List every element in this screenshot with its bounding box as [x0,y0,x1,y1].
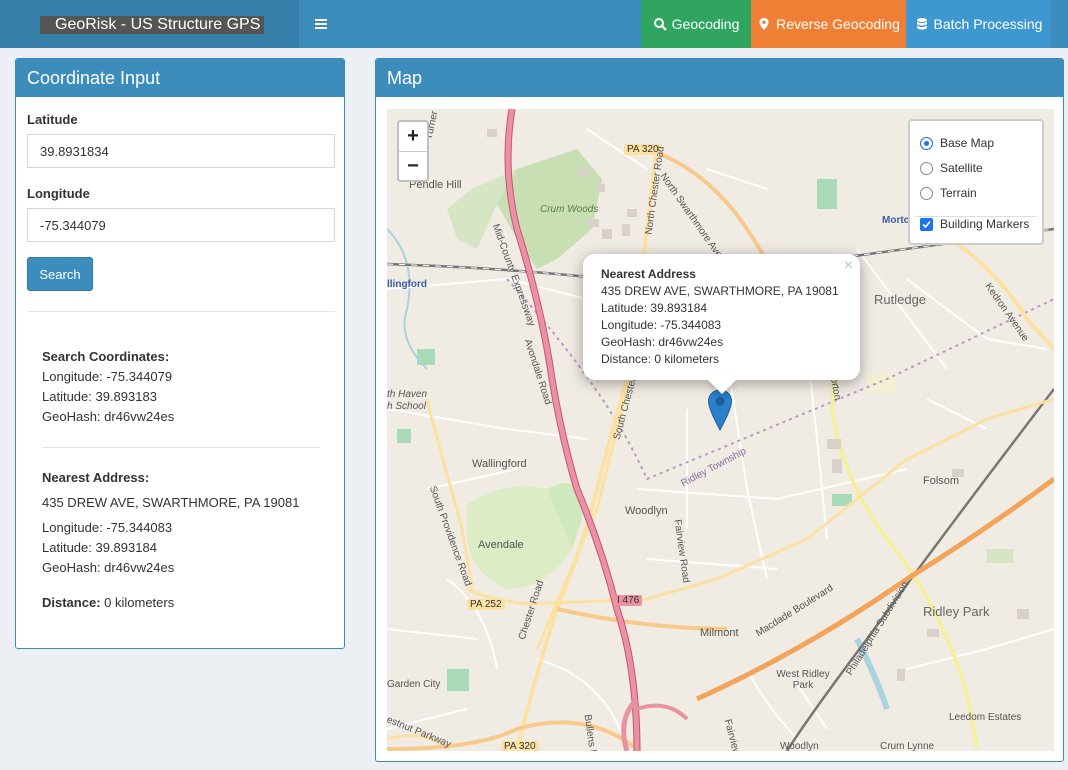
nav-batch-processing-button[interactable]: Batch Processing [906,0,1051,48]
place-label: h School [387,401,426,412]
database-icon [916,18,927,30]
nav-geocoding-button[interactable]: Geocoding [641,0,751,48]
zoom-in-button[interactable]: + [399,122,427,151]
map-field [417,349,435,365]
place-label: Leedom Estates [949,712,1022,723]
divider [42,447,320,448]
layer-option-base-map[interactable]: Base Map [920,136,994,150]
search-longitude: Longitude: -75.344079 [42,369,173,384]
popup-latitude: Latitude: 39.893184 [601,301,708,315]
top-navbar: GeoRisk - US Structure GPS Geocoding Rev… [0,0,1068,48]
radio-icon[interactable] [920,186,933,200]
nearest-geohash: GeoHash: dr46vw24es [42,560,175,575]
map-panel: Map PA 320 PA 252 I 476 PA 320 Turner Ro… [375,58,1064,762]
divider [27,311,335,312]
station-label: llingford [387,279,427,290]
place-label: Avendale [478,539,524,551]
latitude-label: Latitude [27,112,78,127]
search-latitude: Latitude: 39.893183 [42,389,157,404]
layer-option-satellite[interactable]: Satellite [920,161,983,175]
layer-label: Base Map [940,136,995,150]
place-label: Milmont [700,627,739,639]
place-label: West Ridley Park [776,669,830,691]
place-label: Woodlyn [780,741,819,751]
place-label: th Haven [387,389,428,400]
map-field [397,429,411,443]
layer-option-terrain[interactable]: Terrain [920,186,977,200]
zoom-out-button[interactable]: − [399,151,427,180]
popup-title: Nearest Address [601,267,696,281]
popup-longitude: Longitude: -75.344083 [601,318,722,332]
popup-geohash: GeoHash: dr46vw24es [601,335,724,349]
map-marker-icon [759,18,769,30]
road-shield: PA 252 [467,599,505,610]
nearest-address-block: Nearest Address: 435 DREW AVE, SWARTHMOR… [42,468,299,613]
radio-icon[interactable] [920,161,933,175]
layer-control: Base Map Satellite Terrain Building Mark… [908,119,1044,245]
checkbox-checked-icon[interactable] [920,217,933,231]
search-geohash: GeoHash: dr46vw24es [42,409,175,424]
longitude-label: Longitude [27,186,90,201]
place-label: Folsom [923,475,960,487]
distance-value: 0 kilometers [100,595,175,610]
coordinate-input-panel: Coordinate Input Latitude Longitude Sear… [15,58,345,649]
place-label: Woodlyn [625,505,668,517]
layer-option-building-markers[interactable]: Building Markers [920,217,1029,231]
road-shield: I 476 [614,595,643,606]
popup-distance: Distance: 0 kilometers [601,352,720,366]
nav-reverse-geocoding-label: Reverse Geocoding [776,16,900,32]
app-title: GeoRisk - US Structure GPS [40,16,265,34]
map-park [987,549,1013,563]
search-coordinates-block: Search Coordinates: Longitude: -75.34407… [42,347,174,427]
hamburger-icon [315,19,327,29]
search-button[interactable]: Search [27,257,93,291]
nearest-latitude: Latitude: 39.893184 [42,540,157,555]
map-school [867,374,897,394]
map-field [447,669,469,691]
map-view[interactable]: PA 320 PA 252 I 476 PA 320 Turner Road N… [387,109,1054,751]
nav-reverse-geocoding-button[interactable]: Reverse Geocoding [751,0,906,48]
nav-geocoding-label: Geocoding [671,16,740,32]
location-marker-icon[interactable] [707,389,733,431]
nearest-address-heading: Nearest Address: [42,470,150,485]
zoom-control: + − [397,120,429,182]
brand-area: GeoRisk - US Structure GPS [0,0,299,48]
map-title: Map [376,59,1063,97]
place-label: Ridley Park [923,604,990,619]
place-label: Rutledge [874,292,927,307]
place-label: Wallingford [472,458,527,470]
place-label: Crum Woods [540,204,599,215]
popup-address: 435 DREW AVE, SWARTHMORE, PA 19081 [601,284,839,298]
nearest-longitude: Longitude: -75.344083 [42,520,173,535]
radio-selected-icon[interactable] [920,136,933,150]
place-label: Garden City [387,679,441,690]
search-icon [653,18,667,31]
map-field [817,179,837,209]
distance-line: Distance: 0 kilometers [42,593,299,613]
nav-batch-processing-label: Batch Processing [933,16,1043,32]
layer-label: Satellite [940,161,983,175]
layer-label: Terrain [940,186,977,200]
layer-label: Building Markers [940,217,1030,231]
nearest-address-value: 435 DREW AVE, SWARTHMORE, PA 19081 [42,495,300,510]
address-popup: × Nearest Address 435 DREW AVE, SWARTHMO… [583,254,860,395]
distance-label: Distance: [42,595,101,610]
place-label: Crum Lynne [880,741,935,751]
road-shield: PA 320 [501,741,539,751]
station-label: Morto [882,215,910,226]
coordinate-input-title: Coordinate Input [16,59,344,97]
longitude-input[interactable] [27,208,335,242]
search-coordinates-heading: Search Coordinates: [42,349,170,364]
sidebar-toggle-button[interactable] [299,0,343,48]
latitude-input[interactable] [27,134,335,168]
